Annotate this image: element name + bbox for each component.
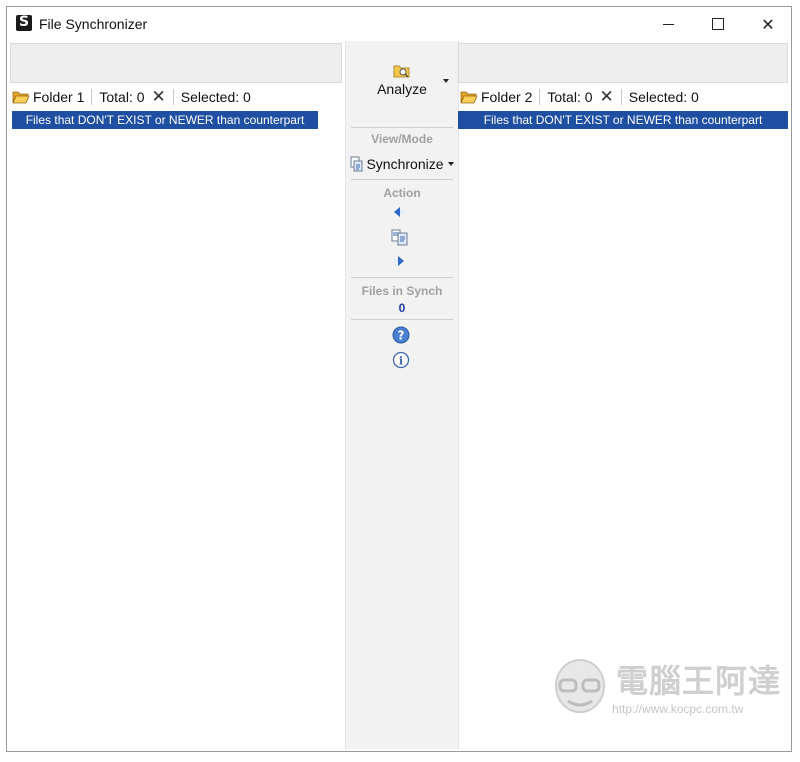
app-logo-icon: S xyxy=(16,14,32,31)
close-button[interactable]: ✕ xyxy=(743,7,793,41)
svg-text:i: i xyxy=(399,355,403,368)
watermark-title: 電腦王阿達 xyxy=(616,662,782,700)
main-content: Folder 1 Total: 0 ✕ Selected: 0 Files th… xyxy=(10,41,788,749)
watermark-url: http://www.kocpc.com.tw xyxy=(612,702,744,716)
left-filter-header[interactable]: Files that DON'T EXIST or NEWER than cou… xyxy=(12,111,318,129)
mode-value: Synchronize xyxy=(366,156,444,172)
svg-text:?: ? xyxy=(398,329,405,343)
left-stats-bar: Folder 1 Total: 0 ✕ Selected: 0 xyxy=(12,87,344,107)
window-title: File Synchronizer xyxy=(39,16,148,32)
center-toolbar: Analyze View/Mode Synchronize Action Fil… xyxy=(345,41,459,749)
left-selected: Selected: 0 xyxy=(180,89,251,105)
minimize-button[interactable] xyxy=(643,7,693,41)
watermark: 電腦王阿達 http://www.kocpc.com.tw xyxy=(548,652,788,722)
left-pane: Folder 1 Total: 0 ✕ Selected: 0 Files th… xyxy=(10,41,342,749)
action-label: Action xyxy=(383,186,421,200)
files-in-synch-label: Files in Synch xyxy=(361,284,443,298)
right-stats-bar: Folder 2 Total: 0 ✕ Selected: 0 xyxy=(460,87,790,107)
folder2-path-input[interactable] xyxy=(458,43,788,83)
title-bar[interactable]: S File Synchronizer ✕ xyxy=(7,7,791,41)
help-question-icon[interactable]: ? xyxy=(392,326,410,344)
maximize-icon xyxy=(712,18,724,30)
info-icon[interactable]: i xyxy=(392,351,410,369)
mode-dropdown-caret-icon xyxy=(447,162,454,166)
view-mode-label: View/Mode xyxy=(371,132,433,146)
analyze-button[interactable]: Analyze xyxy=(352,63,452,107)
copy-left-arrow-icon[interactable] xyxy=(391,205,407,219)
watermark-face-icon xyxy=(555,659,605,713)
left-total: Total: 0 xyxy=(99,89,145,105)
maximize-button[interactable] xyxy=(693,7,743,41)
copy-right-arrow-icon[interactable] xyxy=(391,254,407,268)
minimize-icon xyxy=(662,23,674,25)
sync-both-icon[interactable] xyxy=(391,228,409,246)
clear-x-icon[interactable]: ✕ xyxy=(600,89,614,106)
right-filter-header[interactable]: Files that DON'T EXIST or NEWER than cou… xyxy=(458,111,788,129)
open-folder-icon[interactable] xyxy=(460,90,478,104)
folder1-path-input[interactable] xyxy=(10,43,342,83)
close-icon: ✕ xyxy=(761,14,775,34)
analyze-folder-search-icon xyxy=(393,65,410,78)
clear-x-icon[interactable]: ✕ xyxy=(152,89,166,106)
analyze-dropdown-caret-icon[interactable] xyxy=(443,79,449,83)
right-pane: Folder 2 Total: 0 ✕ Selected: 0 Files th… xyxy=(458,41,788,749)
app-window: S File Synchronizer ✕ Folder 1 Total: 0 … xyxy=(6,6,792,752)
mode-dropdown[interactable]: Synchronize xyxy=(348,155,456,173)
synchronize-icon xyxy=(350,156,363,172)
folder2-label[interactable]: Folder 2 xyxy=(481,89,532,105)
open-folder-icon[interactable] xyxy=(12,90,30,104)
folder1-label[interactable]: Folder 1 xyxy=(33,89,84,105)
analyze-label: Analyze xyxy=(377,81,427,97)
right-selected: Selected: 0 xyxy=(628,89,699,105)
files-in-synch-count: 0 xyxy=(398,301,406,315)
right-total: Total: 0 xyxy=(547,89,593,105)
